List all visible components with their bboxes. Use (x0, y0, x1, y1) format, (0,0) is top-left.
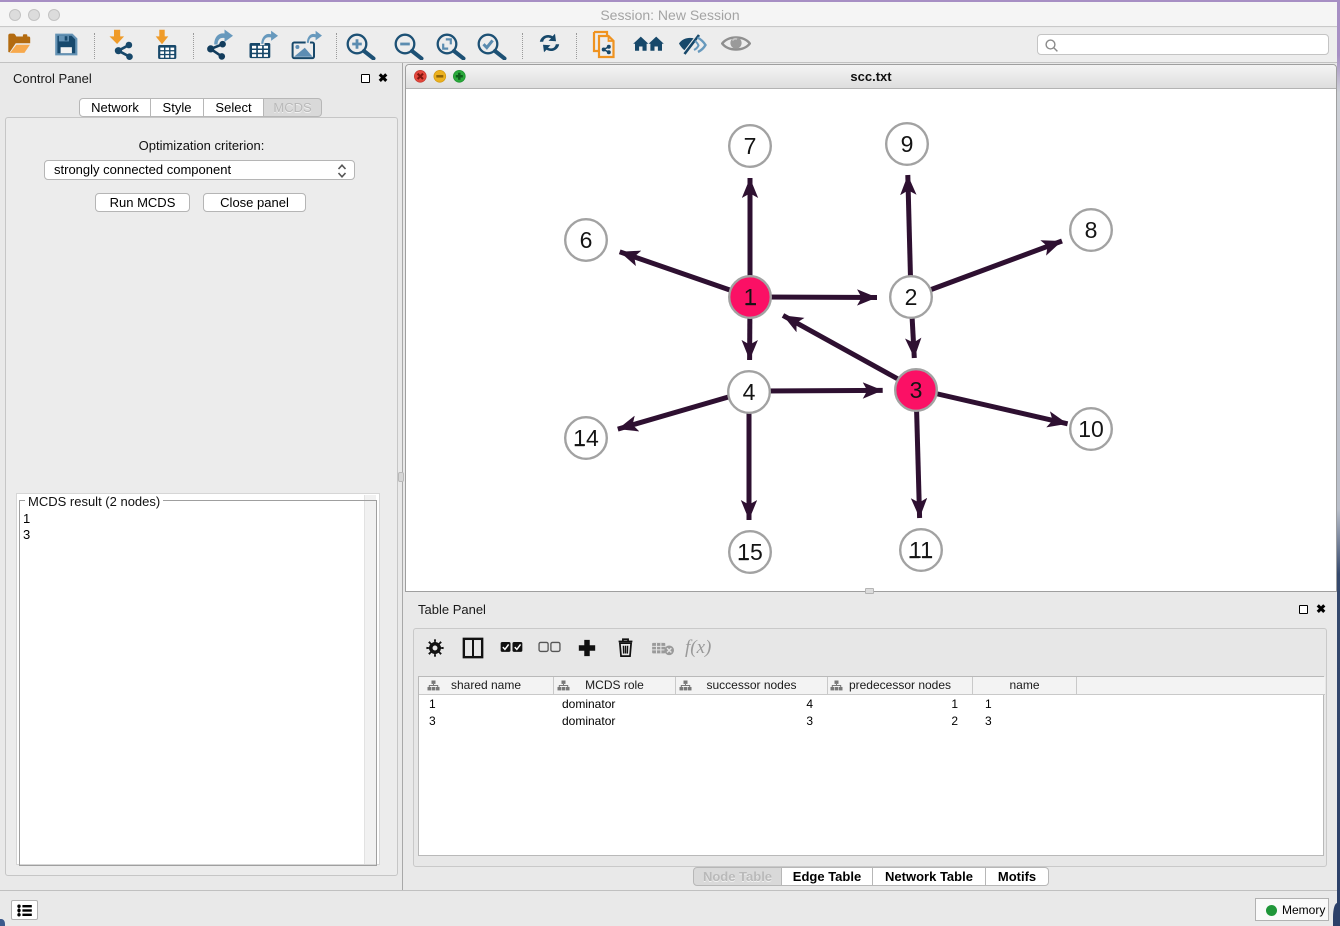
svg-text:2: 2 (905, 284, 918, 310)
svg-text:11: 11 (909, 537, 933, 563)
svg-text:7: 7 (744, 133, 757, 159)
svg-text:10: 10 (1078, 416, 1104, 442)
svg-text:4: 4 (743, 379, 756, 405)
svg-text:1: 1 (744, 284, 757, 310)
svg-text:14: 14 (573, 425, 599, 451)
svg-text:6: 6 (580, 227, 593, 253)
svg-text:3: 3 (910, 377, 923, 403)
svg-text:9: 9 (901, 131, 914, 157)
svg-text:15: 15 (737, 539, 763, 565)
svg-text:8: 8 (1085, 217, 1098, 243)
